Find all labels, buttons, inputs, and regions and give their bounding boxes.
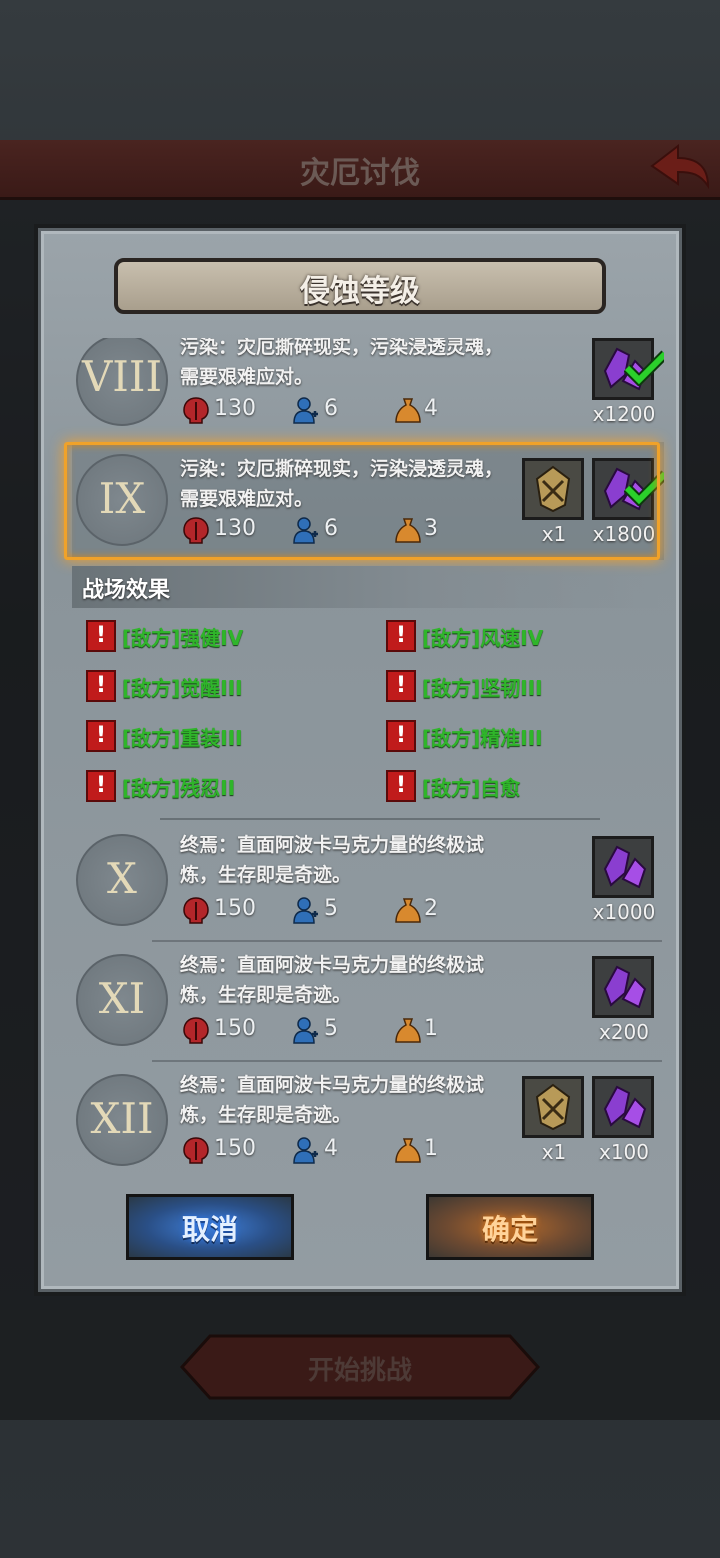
level-row-xi[interactable]: XI 终焉：直面阿波卡马克力量的终极试炼，生存即是奇迹。 150 5 1 x20… [72,942,664,1062]
drop-icon [395,898,421,923]
warning-icon: ! [86,670,116,702]
drop-icon [395,1138,421,1163]
effect-label: [敌方]坚韧III [422,676,543,700]
reward-count: x1000 [592,900,656,924]
level-row-viii[interactable]: VIII 污染：灾厄撕碎现实，污染浸透灵魂，需要艰难应对。 130 6 4 x1… [72,338,664,440]
level-numeral: VIII [81,352,163,401]
back-arrow-icon[interactable] [648,142,712,192]
warning-icon: ! [386,670,416,702]
skull-value: 150 [214,896,256,921]
effect-label: [敌方]觉醒III [122,676,243,700]
effect-label: [敌方]风速IV [422,626,544,650]
warning-icon: ! [386,720,416,752]
ally-value: 5 [324,896,338,921]
crystal-reward-icon[interactable] [592,836,654,898]
level-row-x[interactable]: X 终焉：直面阿波卡马克力量的终极试炼，生存即是奇迹。 150 5 2 x100… [72,822,664,942]
drop-icon [395,398,421,423]
confirm-button-label: 确定 [481,1213,538,1246]
skull-value: 130 [214,396,256,421]
dialog-title: 侵蚀等级 [300,274,420,309]
level-numeral: X [107,854,137,903]
skull-value: 150 [214,1016,256,1041]
drop-value: 1 [424,1016,438,1041]
level-description: 污染：灾厄撕碎现实，污染浸透灵魂，需要艰难应对。 [180,338,504,388]
effects-title: 战场效果 [82,578,171,603]
reward-count: x1200 [592,402,656,426]
drop-icon [395,1018,421,1043]
effect-label: [敌方]自愈 [422,776,521,800]
skull-value: 150 [214,1136,256,1161]
ally-icon [293,897,318,924]
crystal-reward-icon[interactable] [592,956,654,1018]
effect-label: [敌方]残忍II [122,776,236,800]
warning-icon: ! [386,770,416,802]
ally-value: 4 [324,1136,338,1161]
effect-label: [敌方]精准III [422,726,543,750]
skull-icon [183,1137,209,1164]
effects-divider [160,818,600,820]
skull-icon [183,397,209,424]
ally-icon [293,1137,318,1164]
level-description: 终焉：直面阿波卡马克力量的终极试炼，生存即是奇迹。 [180,954,485,1006]
effect-label: [敌方]强健IV [122,626,244,650]
level-description: 终焉：直面阿波卡马克力量的终极试炼，生存即是奇迹。 [180,834,485,886]
warning-icon: ! [86,620,116,652]
cancel-button-label: 取消 [181,1213,238,1246]
emblem-reward-icon[interactable] [522,1076,584,1138]
level-numeral: XI [98,974,146,1023]
warning-icon: ! [386,620,416,652]
ally-value: 5 [324,1016,338,1041]
drop-value: 4 [424,396,438,421]
reward-count: x1 [541,1140,567,1164]
level-row-xii[interactable]: XII 终焉：直面阿波卡马克力量的终极试炼，生存即是奇迹。 150 4 1 x1… [72,1062,664,1180]
claimed-check-icon [624,350,664,386]
warning-icon: ! [86,770,116,802]
ally-value: 6 [324,396,338,421]
screen-title: 灾厄讨伐 [300,156,420,191]
reward-count: x100 [598,1140,649,1164]
ally-icon [293,397,318,424]
reward-count: x200 [598,1020,649,1044]
crystal-reward-icon[interactable] [592,1076,654,1138]
skull-icon [183,897,209,924]
drop-value: 1 [424,1136,438,1161]
level-description: 终焉：直面阿波卡马克力量的终极试炼，生存即是奇迹。 [180,1074,485,1126]
warning-icon: ! [86,720,116,752]
skull-icon [183,1017,209,1044]
start-challenge-label: 开始挑战 [307,1356,412,1386]
level-numeral: XII [90,1094,154,1143]
ally-icon [293,1017,318,1044]
effect-label: [敌方]重装III [122,726,243,750]
drop-value: 2 [424,896,438,921]
selected-level-highlight [64,442,660,560]
